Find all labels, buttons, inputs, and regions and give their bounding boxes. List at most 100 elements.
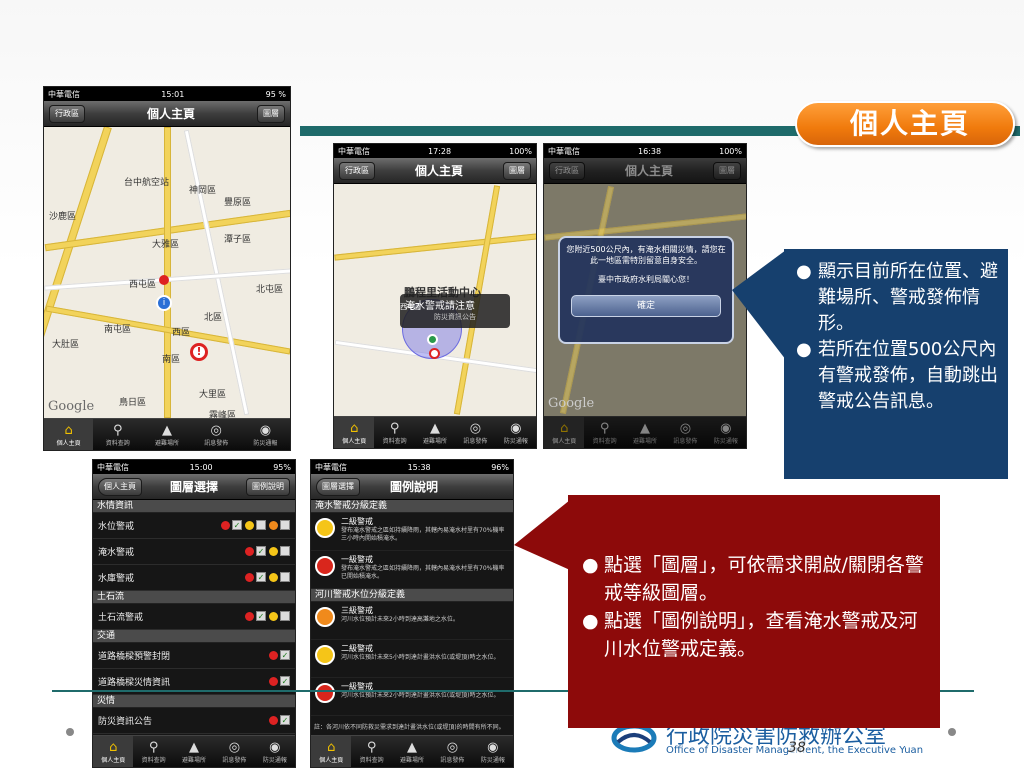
layer-label: 土石流警戒	[98, 613, 144, 623]
shelter-icon: ▲	[407, 739, 418, 755]
tab-label: 訊息發佈	[440, 756, 465, 764]
search-icon: ⚲	[148, 739, 159, 755]
tab-home[interactable]: ⌂ 個人主頁	[544, 417, 585, 448]
layer-row[interactable]: 土石流警戒 ✓	[93, 604, 295, 630]
tab-message[interactable]: ◎ 訊息發佈	[665, 417, 705, 448]
tab-shelter[interactable]: ▲ 避難場所	[392, 736, 432, 767]
tab-label: 防災通報	[262, 756, 287, 764]
alert-message: 您附近500公尺內，有淹水相關災情，請您在此一地區需特別留意自身安全。	[566, 245, 726, 265]
shelter-icon: ▲	[189, 739, 200, 755]
tab-label: 資料查詢	[359, 756, 384, 764]
checkbox[interactable]: ✓	[232, 520, 242, 531]
district-button[interactable]: 行政區	[339, 161, 375, 180]
checkbox[interactable]	[280, 611, 290, 622]
tab-home[interactable]: ⌂ 個人主頁	[311, 736, 352, 767]
map-label: 霧峰區	[209, 411, 237, 418]
layer-row[interactable]: 淹水警戒 ✓	[93, 539, 295, 565]
layer-label: 水庫警戒	[98, 574, 135, 584]
tab-shelter[interactable]: ▲ 避難場所	[415, 417, 455, 448]
tab-report[interactable]: ◉ 防災通報	[706, 417, 746, 448]
shelter-pin-icon[interactable]	[427, 334, 438, 345]
legend-button[interactable]: 圖例說明	[245, 477, 290, 496]
tab-label: 防災通報	[480, 756, 505, 764]
tab-report[interactable]: ◉ 防災通報	[473, 736, 513, 767]
layer-label: 道路橋樑災情資訊	[98, 678, 171, 688]
layer-row[interactable]: 防災資訊公告 ✓	[93, 708, 295, 734]
district-button[interactable]: 行政區	[49, 104, 85, 123]
section-header: 土石流	[93, 591, 295, 604]
layer-row[interactable]: 道路橋樑預警封閉 ✓	[93, 643, 295, 669]
back-button[interactable]: 個人主頁	[98, 477, 142, 496]
carrier-label: 中華電信	[48, 89, 80, 99]
flood-level-icon	[315, 518, 335, 538]
tab-message[interactable]: ◎ 訊息發佈	[432, 736, 472, 767]
tab-report[interactable]: ◉ 防災通報	[496, 417, 536, 448]
tab-label: 避難場所	[155, 439, 180, 447]
checkbox[interactable]	[256, 520, 266, 531]
checkbox[interactable]: ✓	[280, 650, 290, 661]
bullet-text: 若所在位置500公尺內有警戒發佈，自動跳出警戒公告訊息。	[818, 339, 998, 412]
tab-label: 訊息發佈	[222, 756, 247, 764]
river-level-icon	[315, 607, 335, 627]
map-label: 台中航空站	[124, 178, 170, 188]
time-label: 16:38	[638, 146, 662, 156]
nav-bar: 圖層選擇 圖例說明	[311, 474, 513, 500]
warning-pin-icon[interactable]	[429, 348, 440, 359]
tab-shelter[interactable]: ▲ 避難場所	[142, 419, 191, 450]
confirm-button[interactable]: 確定	[571, 295, 721, 317]
shelter-icon: ▲	[430, 420, 441, 436]
layer-row[interactable]: 水庫警戒 ✓	[93, 565, 295, 591]
battery-label: 96%	[491, 462, 509, 472]
tab-label: 資料查詢	[592, 437, 617, 445]
home-icon: ⌂	[350, 420, 359, 436]
google-logo: Google	[548, 396, 595, 411]
tab-search[interactable]: ⚲ 資料查詢	[93, 419, 142, 450]
legend-desc: 發布淹水警戒之區如持續降雨，其轄內易淹水村里有70%機率三小時內開始積淹水。	[341, 527, 505, 542]
layer-button[interactable]: 圖層	[502, 161, 531, 180]
checkbox[interactable]	[280, 572, 290, 583]
tab-report[interactable]: ◉ 防災通報	[255, 736, 295, 767]
map-view[interactable]: 鵬程里活動中心 淹水警戒請注意 防災資訊公告 西屯區	[334, 184, 536, 416]
google-logo: Google	[48, 399, 95, 414]
tab-shelter[interactable]: ▲ 避難場所	[174, 736, 214, 767]
warning-pin-icon[interactable]: !	[190, 343, 208, 361]
checkbox[interactable]	[280, 546, 290, 557]
back-button[interactable]: 圖層選擇	[316, 477, 360, 496]
tab-report[interactable]: ◉ 防災通報	[241, 419, 290, 450]
checkbox[interactable]: ✓	[256, 572, 266, 583]
map-view[interactable]: 台中航空站 神岡區 豐原區 沙鹿區 大雅區 潭子區 西屯區 北屯區 南屯區 北區…	[44, 127, 290, 418]
tab-home[interactable]: ⌂ 個人主頁	[93, 736, 134, 767]
tab-label: 防災通報	[713, 437, 738, 445]
marker-pin-icon[interactable]	[159, 275, 169, 285]
tab-bar: ⌂ 個人主頁 ⚲ 資料查詢 ▲ 避難場所 ◎ 訊息發佈 ◉ 防災通報	[544, 416, 746, 448]
tab-message[interactable]: ◎ 訊息發佈	[214, 736, 254, 767]
checkbox[interactable]: ✓	[280, 715, 290, 726]
checkbox[interactable]: ✓	[256, 611, 266, 622]
checkbox[interactable]: ✓	[256, 546, 266, 557]
report-icon: ◉	[510, 420, 522, 436]
layer-button[interactable]: 圖層	[256, 104, 285, 123]
map-label: 豐原區	[224, 198, 252, 208]
tab-message[interactable]: ◎ 訊息發佈	[455, 417, 495, 448]
legend-item: 二級警戒 發布淹水警戒之區如持續降雨，其轄內易淹水村里有70%機率三小時內開始積淹…	[311, 513, 513, 551]
tab-label: 訊息發佈	[204, 439, 229, 447]
tab-search[interactable]: ⚲ 資料查詢	[584, 417, 624, 448]
tab-home[interactable]: ⌂ 個人主頁	[334, 417, 375, 448]
location-pin-icon[interactable]: i	[156, 295, 172, 311]
carrier-label: 中華電信	[338, 146, 370, 156]
tab-shelter[interactable]: ▲ 避難場所	[625, 417, 665, 448]
footer-dot	[66, 728, 74, 736]
checkbox[interactable]	[280, 520, 290, 531]
tab-message[interactable]: ◎ 訊息發佈	[192, 419, 241, 450]
layer-row[interactable]: 水位警戒 ✓	[93, 513, 295, 539]
tab-home[interactable]: ⌂ 個人主頁	[44, 419, 94, 450]
tab-label: 防災通報	[503, 437, 528, 445]
tab-search[interactable]: ⚲ 資料查詢	[374, 417, 414, 448]
layer-label: 防災資訊公告	[98, 717, 153, 727]
district-button[interactable]: 行政區	[549, 161, 585, 180]
tab-search[interactable]: ⚲ 資料查詢	[351, 736, 391, 767]
status-bar: 中華電信 15:38 96%	[311, 460, 513, 474]
layer-button[interactable]: 圖層	[712, 161, 741, 180]
tab-search[interactable]: ⚲ 資料查詢	[133, 736, 173, 767]
checkbox[interactable]: ✓	[280, 676, 290, 687]
